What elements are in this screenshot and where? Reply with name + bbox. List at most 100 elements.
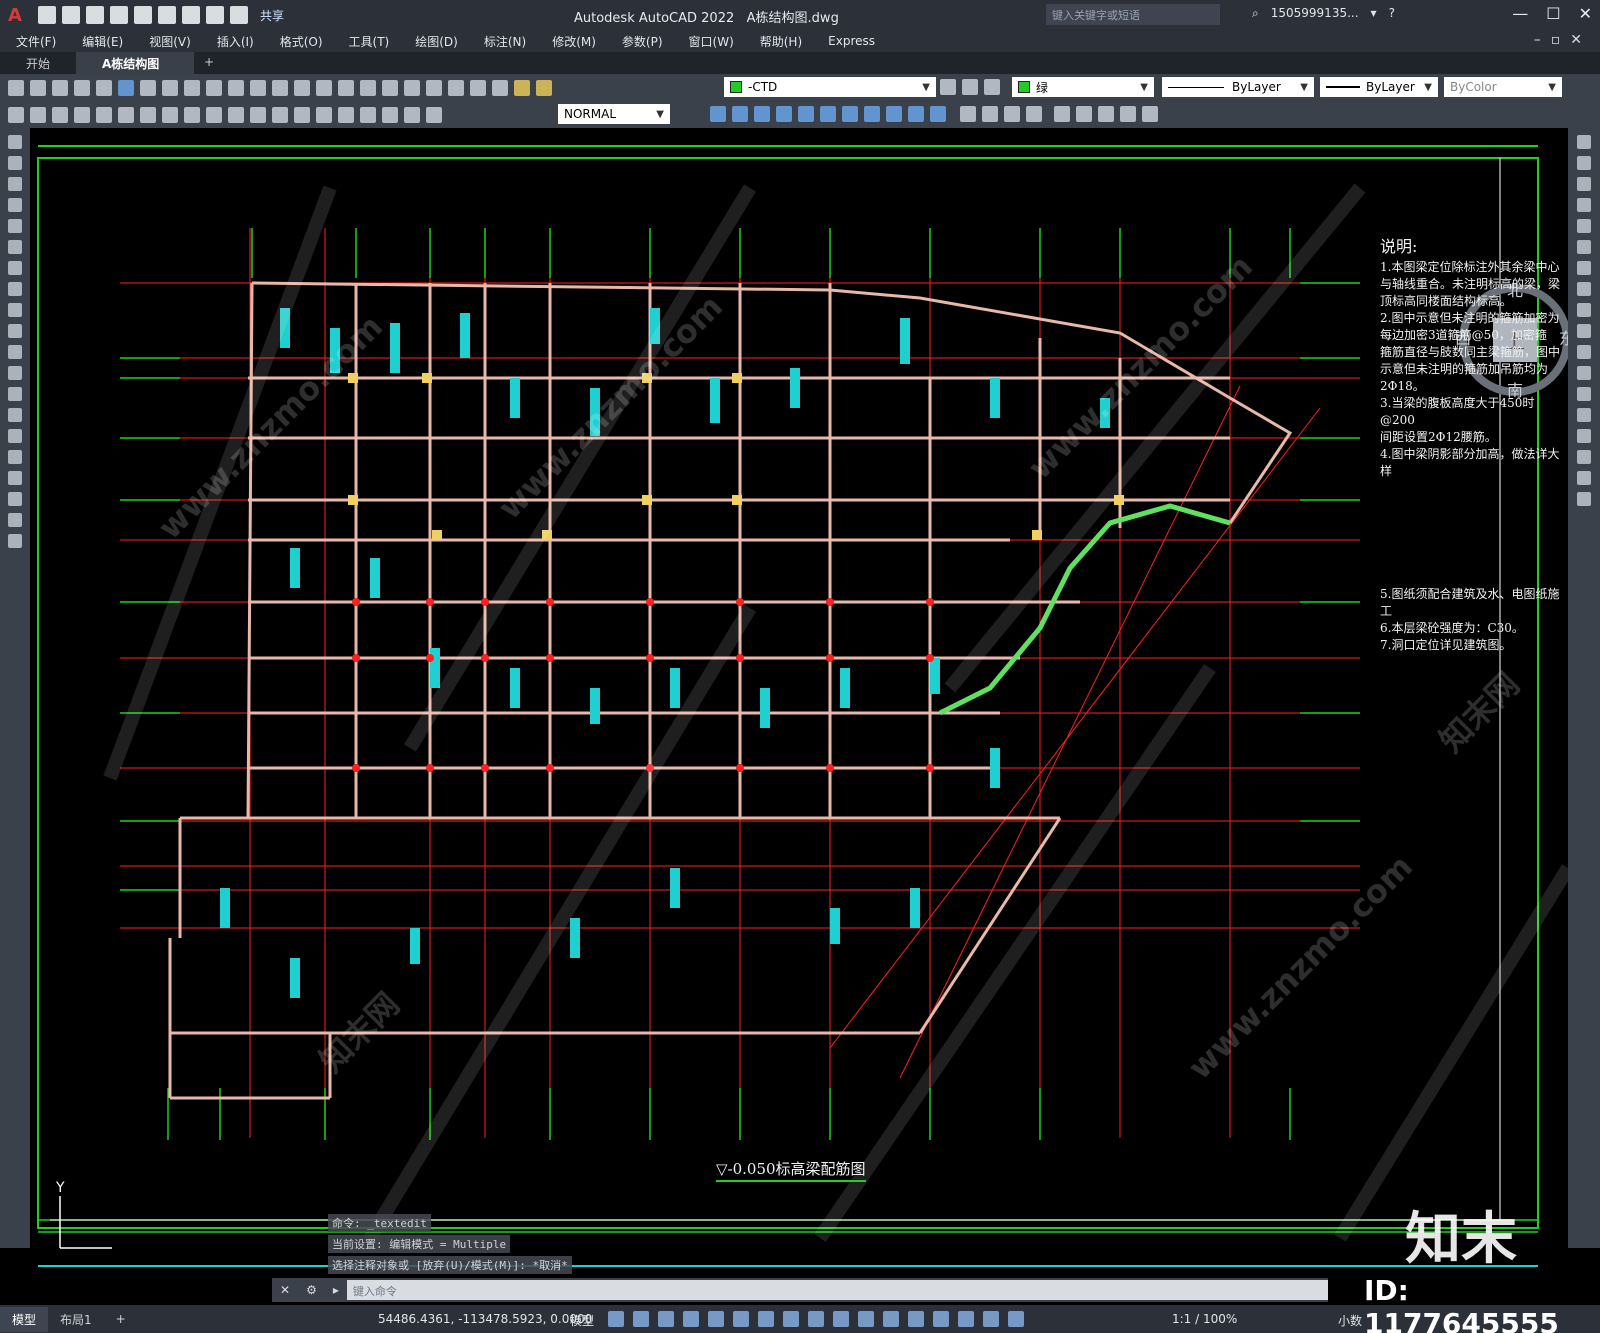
dim-edit-icon[interactable] [382,106,398,123]
dim-space-icon[interactable] [272,106,288,123]
break-point-icon[interactable] [1577,366,1591,380]
menu-tools[interactable]: 工具(T) [349,33,390,50]
modeling-sphere-icon[interactable] [776,106,792,122]
markup-icon[interactable] [448,79,464,96]
selection-cycling-icon[interactable] [833,1311,849,1327]
command-input[interactable]: 键入命令 [346,1280,1328,1300]
share-button[interactable]: 共享 [260,7,284,24]
redo-icon[interactable] [250,79,266,96]
ordinate-dim-icon[interactable] [96,106,112,123]
annotation-visibility-icon[interactable] [958,1311,974,1327]
annotation-scale-icon[interactable] [1008,1311,1024,1327]
drawing-canvas[interactable]: Y 北 南 东 西 上 说明: 1.本图梁定位除标注外其余梁中心 与轴线重合。未… [30,128,1568,1278]
point-icon[interactable] [8,408,22,422]
infer-constraints-icon[interactable] [658,1311,674,1327]
user-area[interactable]: ⌕ 1505999135... ▾ ? [1252,6,1395,21]
dynamic-ucs-icon[interactable] [883,1311,899,1327]
modeling-sweep-icon[interactable] [908,106,924,122]
aligned-dim-icon[interactable] [52,106,68,123]
modeling-cylinder-icon[interactable] [798,106,814,122]
explode-icon[interactable] [1577,492,1591,506]
tab-add-button[interactable]: + [194,52,224,74]
extend-icon[interactable] [1577,345,1591,359]
dim-break-icon[interactable] [294,106,310,123]
add-selected-icon[interactable] [8,534,22,548]
ortho-icon[interactable] [683,1311,699,1327]
snap-icon[interactable] [8,106,24,123]
layer-state-icon[interactable] [536,79,552,96]
insert-block-icon[interactable] [8,366,22,380]
continue-dim-icon[interactable] [250,106,266,123]
revision-cloud-icon[interactable] [8,282,22,296]
print-icon[interactable] [182,6,200,24]
tolerance-icon[interactable] [316,106,332,123]
upload-icon[interactable] [158,6,176,24]
zoom-icon[interactable] [294,79,310,96]
annotation-scale[interactable]: 1:1 / 100% [1172,1312,1237,1326]
radius-dim-icon[interactable] [118,106,134,123]
save-icon[interactable] [52,79,68,96]
menu-insert[interactable]: 插入(I) [217,33,254,50]
modeling-wedge-icon[interactable] [732,106,748,122]
preview-icon[interactable] [96,79,112,96]
gradient-icon[interactable] [8,450,22,464]
sheet-set-icon[interactable] [426,79,442,96]
rotate-icon[interactable] [1577,261,1591,275]
color-dropdown[interactable]: 绿 ▼ [1012,77,1154,97]
polygon-icon[interactable] [8,198,22,212]
jogged-dim-icon[interactable] [140,106,156,123]
units-readout[interactable]: 小数 [1338,1312,1362,1329]
arc-length-icon[interactable] [74,106,90,123]
offset-icon[interactable] [1577,198,1591,212]
3d-osnap-icon[interactable] [858,1311,874,1327]
autocad-logo-icon[interactable]: A [0,0,30,30]
dimstyle-dropdown[interactable]: NORMAL ▼ [558,104,670,124]
modeling-box-icon[interactable] [710,106,726,122]
tab-model[interactable]: 模型 [0,1306,49,1332]
menu-edit[interactable]: 编辑(E) [82,33,123,50]
union-icon[interactable] [960,106,976,122]
chamfer-icon[interactable] [1577,429,1591,443]
zoom-window-icon[interactable] [316,79,332,96]
search-icon[interactable]: ⌕ [1252,6,1259,21]
recent-commands-icon[interactable]: ▸ [333,1283,339,1297]
menu-express[interactable]: Express [828,34,875,48]
print-icon[interactable] [74,79,90,96]
menu-draw[interactable]: 绘图(D) [415,33,458,50]
new-file-icon[interactable] [38,6,56,24]
tab-layout1[interactable]: 布局1 [48,1307,104,1332]
ucs-view-icon[interactable] [1120,106,1136,122]
help-icon[interactable] [492,79,508,96]
close-icon[interactable]: ✕ [1579,4,1592,23]
new-icon[interactable] [8,79,24,96]
layer-properties-icon[interactable] [514,79,530,96]
modeling-pyramid-icon[interactable] [842,106,858,122]
tab-start[interactable]: 开始 [0,52,76,74]
array-icon[interactable] [1577,219,1591,233]
menu-view[interactable]: 视图(V) [149,33,191,50]
diameter-dim-icon[interactable] [162,106,178,123]
undo-icon[interactable] [206,6,224,24]
menu-format[interactable]: 格式(O) [280,33,323,50]
blend-icon[interactable] [1577,471,1591,485]
lineweight-icon[interactable] [783,1311,799,1327]
search-input[interactable]: 键入关键字或短语 [1046,4,1220,25]
presspull-icon[interactable] [1026,106,1042,122]
minimize-icon[interactable]: — [1512,4,1528,23]
hatch-icon[interactable] [8,429,22,443]
stretch-icon[interactable] [1577,303,1591,317]
menu-parametric[interactable]: 参数(P) [622,33,663,50]
make-block-icon[interactable] [8,387,22,401]
arc-icon[interactable] [8,240,22,254]
copy-icon[interactable] [162,79,178,96]
snap-mode-icon[interactable] [633,1311,649,1327]
ellipse-arc-icon[interactable] [8,345,22,359]
scale-icon[interactable] [1577,282,1591,296]
polar-icon[interactable] [708,1311,724,1327]
paste-icon[interactable] [184,79,200,96]
doc-window-controls[interactable]: –▫✕ [1534,32,1592,48]
design-center-icon[interactable] [382,79,398,96]
tab-active-drawing[interactable]: A栋结构图*× [76,52,195,86]
gizmo-icon[interactable] [933,1311,949,1327]
redo-icon[interactable] [230,6,248,24]
